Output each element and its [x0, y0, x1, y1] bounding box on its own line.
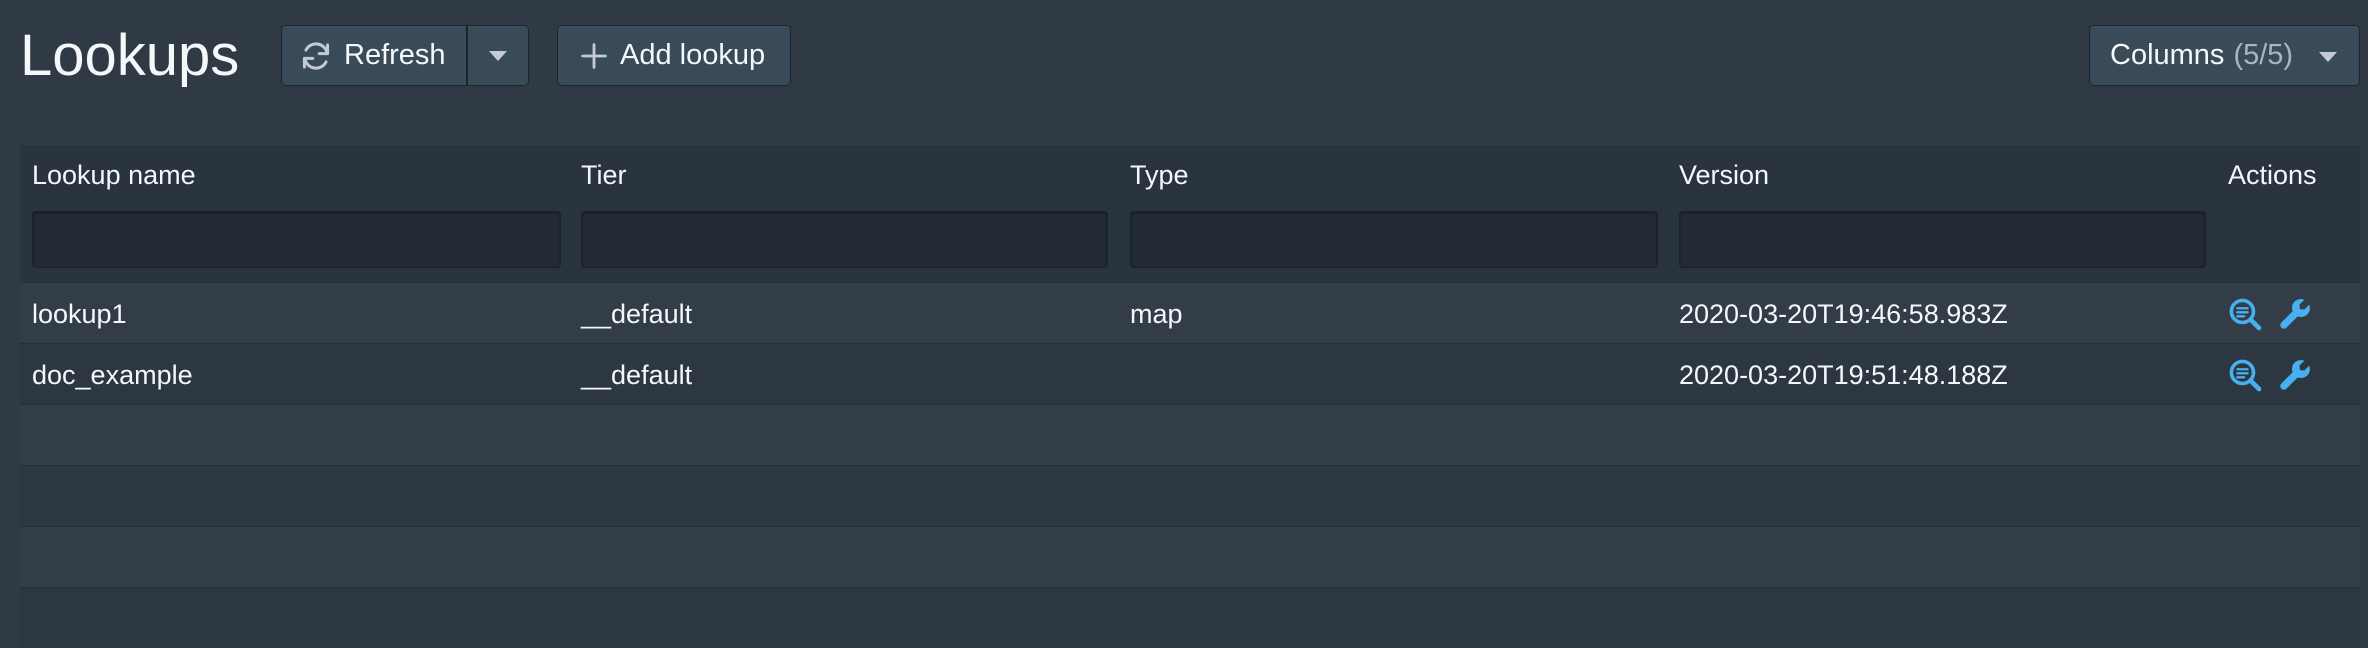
columns-picker-button[interactable]: Columns (5/5): [2089, 25, 2360, 86]
column-divider[interactable]: [568, 147, 569, 282]
filter-input-lookup-name[interactable]: [32, 211, 561, 268]
table-row-empty: [20, 587, 2360, 648]
cell-tier: __default: [581, 299, 693, 329]
refresh-icon: [300, 40, 332, 72]
cell-version: 2020-03-20T19:51:48.188Z: [1679, 360, 2008, 390]
column-header-version[interactable]: Version: [1679, 160, 1769, 191]
edit-lookup-wrench-icon[interactable]: [2278, 297, 2312, 331]
cell-version: 2020-03-20T19:46:58.983Z: [1679, 299, 2008, 329]
table-header: Lookup name Tier Type Version Actions: [20, 147, 2360, 282]
column-header-tier[interactable]: Tier: [581, 160, 627, 191]
table-row-empty: [20, 526, 2360, 588]
refresh-button[interactable]: Refresh: [281, 25, 467, 86]
column-header-actions: Actions: [2228, 160, 2317, 190]
filter-input-type[interactable]: [1130, 211, 1658, 268]
columns-label: Columns: [2110, 39, 2225, 71]
table-row[interactable]: lookup1 __default map 2020-03-20T19:46:5…: [20, 282, 2360, 344]
chevron-down-icon: [2319, 52, 2337, 62]
columns-count: (5/5): [2233, 39, 2294, 71]
caret-down-icon: [489, 50, 507, 61]
cell-lookup-name: lookup1: [32, 299, 127, 329]
add-lookup-button[interactable]: Add lookup: [557, 25, 791, 86]
column-divider[interactable]: [1117, 147, 1118, 282]
add-lookup-label: Add lookup: [620, 39, 766, 71]
cell-type: map: [1130, 299, 1183, 329]
table-row-empty: [20, 404, 2360, 466]
cell-tier: __default: [581, 360, 693, 390]
cell-lookup-name: doc_example: [32, 360, 193, 390]
filter-input-tier[interactable]: [581, 211, 1108, 268]
page-title: Lookups: [20, 23, 240, 88]
refresh-label: Refresh: [344, 39, 446, 71]
view-lookup-search-icon[interactable]: [2228, 297, 2262, 331]
view-control-bar: Lookups Refresh Add lookup Columns (5/5): [0, 0, 2368, 110]
column-divider[interactable]: [2215, 147, 2216, 282]
edit-lookup-wrench-icon[interactable]: [2278, 358, 2312, 392]
column-divider[interactable]: [1666, 147, 1667, 282]
lookups-view: Lookups Refresh Add lookup Columns (5/5)…: [0, 0, 2368, 648]
plus-icon: [580, 42, 608, 70]
column-header-lookup-name[interactable]: Lookup name: [32, 160, 196, 191]
view-lookup-search-icon[interactable]: [2228, 358, 2262, 392]
filter-input-version[interactable]: [1679, 211, 2206, 268]
refresh-options-button[interactable]: [467, 25, 529, 86]
table-row-empty: [20, 465, 2360, 527]
table-row[interactable]: doc_example __default 2020-03-20T19:51:4…: [20, 343, 2360, 405]
column-header-type[interactable]: Type: [1130, 160, 1189, 191]
lookups-table: Lookup name Tier Type Version Actions lo…: [20, 146, 2360, 648]
